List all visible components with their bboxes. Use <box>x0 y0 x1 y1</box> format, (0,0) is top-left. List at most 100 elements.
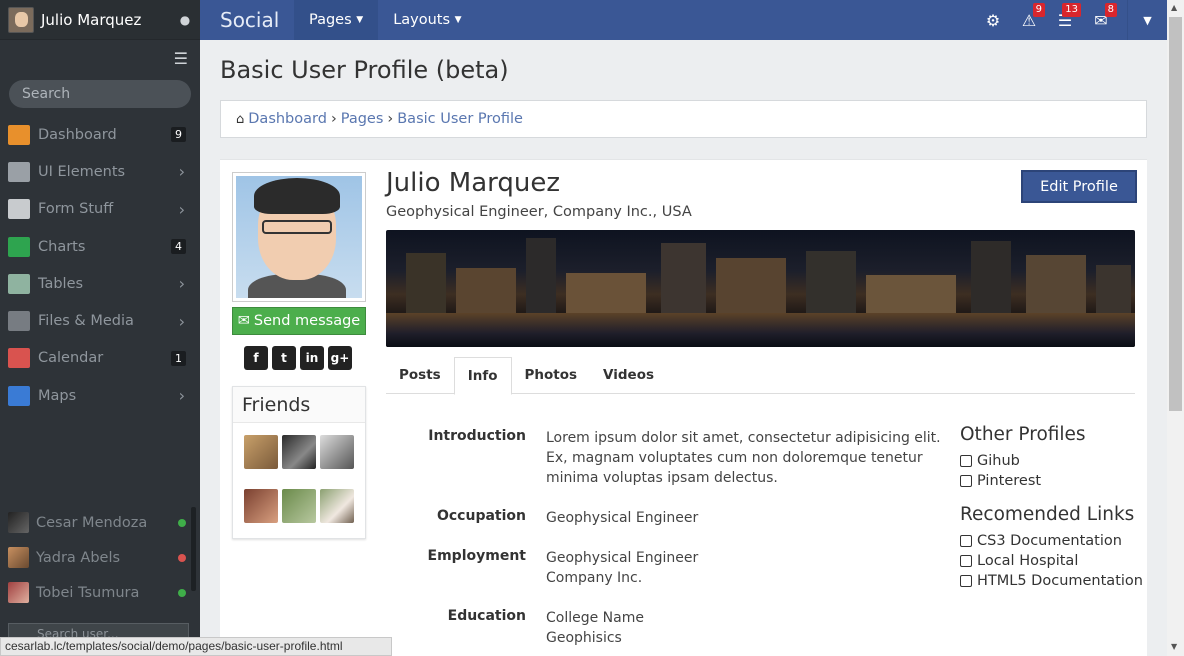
info-row-employment: Employment Geophysical Engineer Company … <box>386 548 946 588</box>
profile-card: ✉ Send message f t in g+ Friends Julio M… <box>220 159 1147 656</box>
chevron-right-icon: › <box>178 162 185 182</box>
info-value: College Name <box>546 610 644 626</box>
menu-pages[interactable]: Pages ▼ <box>294 0 379 40</box>
info-label: Introduction <box>428 428 526 444</box>
sidebar-item-calendar[interactable]: Calendar 1 <box>0 340 200 377</box>
tasks-badge: 13 <box>1062 2 1081 17</box>
info-value: Geophisics <box>546 630 622 646</box>
breadcrumb-pages[interactable]: Pages <box>341 111 384 127</box>
sidebar: Julio Marquez ● ☰ Search Dashboard 9 UI El… <box>0 0 200 656</box>
breadcrumb-separator-icon: › <box>330 111 337 127</box>
recommended-links-title: Recomended Links <box>960 504 1135 525</box>
sidebar-item-badge: 1 <box>171 350 186 366</box>
sidebar-item-label: UI Elements <box>38 163 126 180</box>
menu-layouts-label: Layouts <box>393 12 451 28</box>
sidebar-item-form-stuff[interactable]: Form Stuff › <box>0 191 200 228</box>
sidebar-user-name: Julio Marquez <box>41 10 142 29</box>
friend-avatar[interactable] <box>320 489 354 523</box>
caret-down-icon: ▼ <box>1143 13 1152 27</box>
sidebar-search-input[interactable]: Search <box>9 80 191 108</box>
sidebar-item-tables[interactable]: Tables › <box>0 265 200 302</box>
tab-videos[interactable]: Videos <box>590 357 667 394</box>
tab-posts[interactable]: Posts <box>386 357 454 394</box>
sidebar-item-charts[interactable]: Charts 4 <box>0 228 200 265</box>
hospital-icon <box>960 555 972 567</box>
avatar <box>8 547 29 568</box>
scroll-down-icon[interactable]: ▼ <box>1171 642 1177 651</box>
sidebar-item-files-media[interactable]: Files & Media › <box>0 302 200 339</box>
sidebar-item-maps[interactable]: Maps › <box>0 377 200 414</box>
profile-tabs: Posts Info Photos Videos <box>386 357 1135 395</box>
css3-link[interactable]: CS3 Documentation <box>960 531 1160 551</box>
sidebar-item-ui-elements[interactable]: UI Elements › <box>0 153 200 190</box>
chevron-right-icon: › <box>178 311 185 331</box>
sidebar-user[interactable]: Julio Marquez ● <box>0 0 200 40</box>
linkedin-icon[interactable]: in <box>300 346 324 370</box>
html5-icon <box>960 575 972 587</box>
sidebar-item-dashboard[interactable]: Dashboard 9 <box>0 116 200 153</box>
sidebar-item-label: Tables <box>38 275 84 292</box>
friend-avatar[interactable] <box>282 489 316 523</box>
user-icon[interactable]: ● <box>170 13 200 27</box>
sidebar-item-label: Maps <box>38 387 77 404</box>
profile-photo <box>232 172 366 302</box>
chevron-right-icon: › <box>178 386 185 406</box>
friend-avatar[interactable] <box>244 489 278 523</box>
google-plus-icon[interactable]: g+ <box>328 346 352 370</box>
sidebar-toggle[interactable]: ☰ <box>0 40 200 76</box>
info-row-education: Education College Name Geophisics <box>386 608 946 648</box>
html5-link[interactable]: HTML5 Documentation <box>960 571 1160 591</box>
send-message-button[interactable]: ✉ Send message <box>232 307 366 335</box>
sidebar-item-badge: 4 <box>171 239 186 255</box>
chat-contact[interactable]: Yadra Abels <box>0 540 200 575</box>
breadcrumb-dashboard[interactable]: Dashboard <box>248 111 327 127</box>
status-dot-icon <box>178 553 186 562</box>
info-value: Company Inc. <box>546 570 643 586</box>
menu-layouts[interactable]: Layouts ▼ <box>378 0 476 40</box>
tasks-icon[interactable]: ☰ 13 <box>1047 2 1083 30</box>
chevron-right-icon: › <box>178 274 185 294</box>
friends-title: Friends <box>233 387 365 423</box>
friend-avatar[interactable] <box>244 435 278 469</box>
envelope-icon[interactable]: ✉ 8 <box>1083 2 1119 30</box>
chat-contact[interactable]: Cesar Mendoza <box>0 505 200 540</box>
page-scrollbar[interactable]: ▲ ▼ <box>1167 0 1184 656</box>
twitter-icon[interactable]: t <box>272 346 296 370</box>
alert-icon[interactable]: ⚠ 9 <box>1011 2 1047 30</box>
friend-avatar[interactable] <box>320 435 354 469</box>
page-title: Basic User Profile (beta) <box>220 56 509 84</box>
info-value: Lorem ipsum dolor sit amet, consectetur … <box>546 430 941 486</box>
table-icon <box>8 273 30 294</box>
facebook-icon[interactable]: f <box>244 346 268 370</box>
avatar <box>8 512 29 533</box>
edit-profile-button[interactable]: Edit Profile <box>1021 170 1137 203</box>
scroll-up-icon[interactable]: ▲ <box>1171 3 1177 12</box>
pinterest-link[interactable]: Pinterest <box>960 471 1160 491</box>
breadcrumb-separator-icon: › <box>387 111 394 127</box>
chat-contact[interactable]: Tobei Tsumura <box>0 575 200 610</box>
pinterest-link-label: Pinterest <box>977 473 1042 489</box>
user-dropdown[interactable]: ▼ <box>1127 0 1167 40</box>
home-icon: ⌂ <box>236 111 245 127</box>
avatar <box>8 582 29 603</box>
home-icon <box>8 124 30 145</box>
friends-panel: Friends <box>232 386 366 539</box>
info-value: Geophysical Engineer <box>546 550 699 566</box>
hospital-link[interactable]: Local Hospital <box>960 551 1160 571</box>
scroll-thumb[interactable] <box>1169 17 1182 411</box>
gear-icon[interactable]: ⚙ <box>975 11 1011 30</box>
html5-link-label: HTML5 Documentation <box>977 573 1143 589</box>
tab-info[interactable]: Info <box>453 357 512 395</box>
tab-photos[interactable]: Photos <box>512 357 591 394</box>
sidebar-scrollbar[interactable] <box>191 507 196 591</box>
brand[interactable]: Social <box>200 8 294 32</box>
hamburger-icon[interactable]: ☰ <box>174 49 188 68</box>
github-link[interactable]: Gihub <box>960 451 1160 471</box>
topbar: Social Pages ▼ Layouts ▼ ⚙ ⚠ 9 ☰ 13 ✉ 8 ▼ <box>200 0 1167 40</box>
profile-subtitle: Geophysical Engineer, Company Inc., USA <box>386 204 692 220</box>
github-icon <box>960 455 972 467</box>
friend-avatar[interactable] <box>282 435 316 469</box>
server-icon <box>8 161 30 182</box>
status-dot-icon <box>178 518 186 527</box>
send-message-label: Send message <box>253 313 361 329</box>
